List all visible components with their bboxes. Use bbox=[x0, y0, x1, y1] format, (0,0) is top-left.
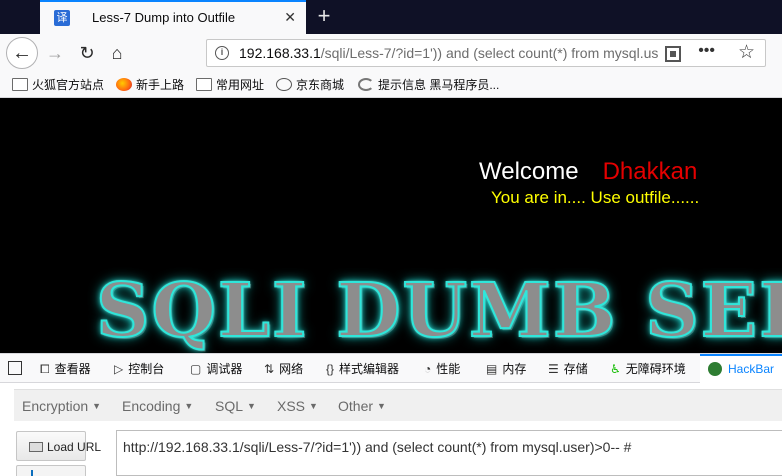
devtools-tab-console[interactable]: ▷ 控制台 bbox=[114, 360, 164, 377]
tab-label: 查看器 bbox=[54, 362, 91, 376]
menu-label: SQL bbox=[215, 398, 244, 414]
new-tab-button[interactable]: + bbox=[314, 5, 334, 27]
caret-down-icon: ▼ bbox=[377, 401, 386, 411]
element-picker-icon[interactable] bbox=[8, 361, 22, 375]
url-host: 192.168.33.1 bbox=[239, 45, 321, 61]
devtools-tab-storage[interactable]: ☰ 存储 bbox=[548, 360, 588, 377]
split-url-button[interactable] bbox=[16, 465, 86, 476]
devtools-toolbar: ⧠ 查看器 ▷ 控制台 ▢ 调试器 ⇅ 网络 {} 样式编辑器 ◔ 性能 ▤ 内存 ☰ 存储 ♿… bbox=[0, 353, 782, 383]
devtools-tab-style-editor[interactable]: {} 样式编辑器 bbox=[326, 360, 399, 377]
inspector-icon: ⧠ bbox=[40, 362, 50, 376]
caret-down-icon: ▼ bbox=[309, 401, 318, 411]
loading-icon bbox=[358, 78, 374, 91]
firefox-icon bbox=[116, 78, 132, 91]
hackbar-panel: Encryption ▼ Encoding ▼ SQL ▼ XSS ▼ Other ▼ L… bbox=[0, 383, 782, 476]
performance-icon: ◔ bbox=[424, 362, 432, 376]
devtools-tab-hackbar[interactable]: HackBar bbox=[700, 354, 782, 383]
reload-button[interactable]: ↻ bbox=[74, 40, 100, 66]
load-url-label: Load URL bbox=[47, 440, 102, 454]
devtools-tab-performance[interactable]: ◔ 性能 bbox=[424, 360, 460, 377]
storage-icon: ☰ bbox=[548, 362, 559, 376]
tab-strip: 译 Less-7 Dump into Outfile ✕ + bbox=[0, 0, 782, 34]
forward-button[interactable]: → bbox=[42, 40, 68, 66]
devtools-tab-inspector[interactable]: ⧠ 查看器 bbox=[40, 360, 91, 377]
bookmark-item[interactable]: 京东商城 bbox=[276, 76, 344, 93]
tab-label: HackBar bbox=[728, 362, 775, 376]
devtools-tab-memory[interactable]: ▤ 内存 bbox=[486, 360, 526, 377]
devtools-tab-network[interactable]: ⇅ 网络 bbox=[264, 360, 303, 377]
memory-icon: ▤ bbox=[486, 362, 498, 376]
bookmarks-toolbar: 火狐官方站点 新手上路 常用网址 京东商城 提示信息 黑马程序员... bbox=[0, 72, 782, 98]
tab-label: 性能 bbox=[436, 362, 461, 376]
menu-label: Encoding bbox=[122, 398, 181, 414]
browser-tab-active[interactable]: 译 Less-7 Dump into Outfile ✕ bbox=[40, 0, 306, 34]
menu-other[interactable]: Other ▼ bbox=[338, 398, 386, 414]
address-bar[interactable]: i 192.168.33.1/sqli/Less-7/?id=1')) and … bbox=[206, 39, 766, 67]
hackbar-logo-icon bbox=[708, 362, 722, 376]
menu-encoding[interactable]: Encoding ▼ bbox=[122, 398, 193, 414]
devtools-tab-debugger[interactable]: ▢ 调试器 bbox=[190, 360, 242, 377]
debugger-icon: ▢ bbox=[190, 362, 202, 376]
load-url-icon bbox=[29, 442, 43, 452]
tab-title: Less-7 Dump into Outfile bbox=[92, 10, 236, 25]
sqli-banner-logo: SQLI DUMB SERIES bbox=[95, 267, 782, 353]
bookmark-label: 火狐官方站点 bbox=[32, 78, 105, 92]
bookmark-star-icon[interactable]: ☆ bbox=[738, 41, 755, 64]
status-message: You are in.... Use outfile...... bbox=[491, 188, 700, 207]
url-path: /sqli/Less-7/?id=1')) and (select count(… bbox=[320, 45, 659, 61]
back-button[interactable]: ← bbox=[6, 37, 38, 69]
menu-label: Other bbox=[338, 398, 374, 414]
welcome-line: Welcome Dhakkan bbox=[479, 158, 697, 186]
bookmark-item[interactable]: 常用网址 bbox=[196, 76, 264, 93]
tab-label: 无障碍环境 bbox=[625, 362, 686, 376]
caret-down-icon: ▼ bbox=[247, 401, 256, 411]
bookmark-item[interactable]: 新手上路 bbox=[116, 76, 184, 93]
tab-label: 内存 bbox=[502, 362, 527, 376]
bookmark-item[interactable]: 提示信息 黑马程序员... bbox=[358, 76, 499, 93]
network-icon: ⇅ bbox=[264, 362, 275, 376]
tab-label: 调试器 bbox=[206, 362, 243, 376]
page-content: Welcome Dhakkan You are in.... Use outfil… bbox=[0, 98, 782, 353]
folder-icon bbox=[196, 78, 212, 91]
tab-label: 网络 bbox=[279, 362, 304, 376]
menu-sql[interactable]: SQL ▼ bbox=[215, 398, 256, 414]
welcome-text: Welcome bbox=[479, 158, 579, 185]
console-icon: ▷ bbox=[114, 362, 124, 376]
menu-label: XSS bbox=[277, 398, 306, 414]
address-text[interactable]: 192.168.33.1/sqli/Less-7/?id=1')) and (s… bbox=[239, 45, 659, 61]
split-url-icon bbox=[31, 470, 37, 476]
qr-code-icon[interactable] bbox=[665, 46, 681, 62]
tab-label: 控制台 bbox=[128, 362, 165, 376]
caret-down-icon: ▼ bbox=[92, 401, 102, 411]
close-tab-icon[interactable]: ✕ bbox=[284, 10, 296, 24]
tab-label: 存储 bbox=[563, 362, 588, 376]
caret-down-icon: ▼ bbox=[184, 401, 194, 411]
globe-icon bbox=[276, 78, 292, 91]
user-name: Dhakkan bbox=[602, 158, 698, 185]
load-url-button[interactable]: Load URL bbox=[16, 431, 101, 461]
hackbar-url-textarea[interactable]: http://192.168.33.1/sqli/Less-7/?id=1'))… bbox=[116, 430, 782, 476]
page-actions-icon[interactable]: ••• bbox=[698, 42, 715, 60]
style-editor-icon: {} bbox=[326, 362, 335, 376]
bookmark-label: 新手上路 bbox=[136, 78, 185, 92]
site-info-icon[interactable]: i bbox=[215, 46, 229, 60]
bookmark-label: 常用网址 bbox=[216, 78, 265, 92]
devtools-tab-accessibility[interactable]: ♿ 无障碍环境 bbox=[610, 360, 686, 377]
tab-label: 样式编辑器 bbox=[339, 362, 400, 376]
navigation-toolbar: ← → ↻ ⌂ i 192.168.33.1/sqli/Less-7/?id=1… bbox=[0, 34, 782, 72]
home-button[interactable]: ⌂ bbox=[104, 40, 130, 66]
menu-label: Encryption bbox=[22, 398, 89, 414]
hackbar-menubar: Encryption ▼ Encoding ▼ SQL ▼ XSS ▼ Other ▼ bbox=[14, 389, 782, 421]
menu-encryption[interactable]: Encryption ▼ bbox=[22, 398, 101, 414]
folder-icon bbox=[12, 78, 28, 91]
accessibility-icon: ♿ bbox=[610, 362, 621, 376]
bookmark-label: 京东商城 bbox=[296, 78, 345, 92]
bookmark-label: 提示信息 黑马程序员... bbox=[378, 78, 500, 92]
bookmark-item[interactable]: 火狐官方站点 bbox=[12, 76, 104, 93]
menu-xss[interactable]: XSS ▼ bbox=[277, 398, 318, 414]
translate-favicon-icon: 译 bbox=[54, 10, 70, 26]
